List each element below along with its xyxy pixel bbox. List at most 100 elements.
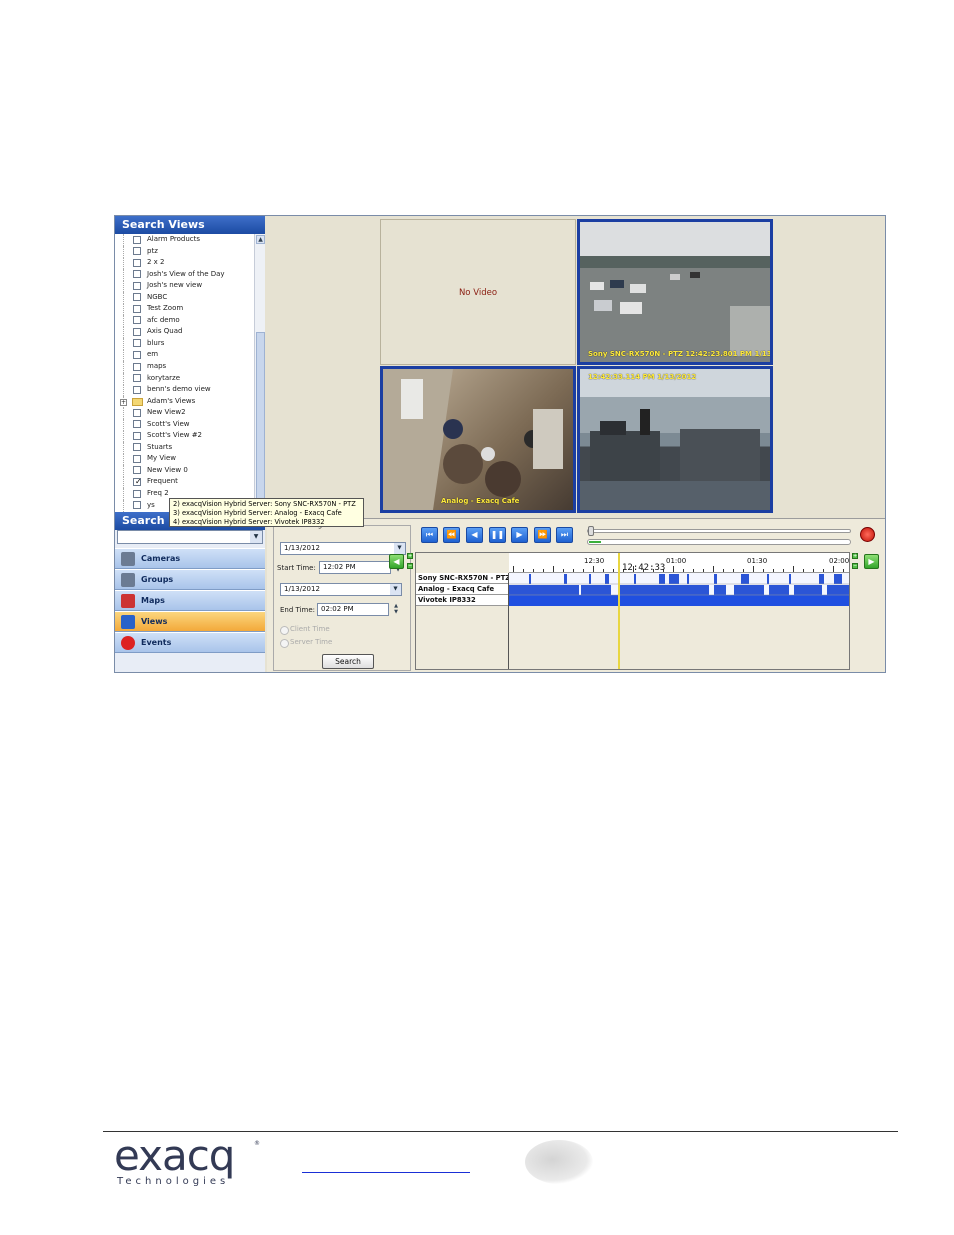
no-video-tile[interactable]: No Video bbox=[380, 219, 576, 365]
server-time-radio[interactable]: Server Time bbox=[280, 638, 332, 648]
speed-slider[interactable] bbox=[587, 526, 851, 536]
view-list-item[interactable]: + Adam's Views bbox=[115, 395, 265, 408]
scroll-up-icon[interactable]: ▲ bbox=[256, 235, 265, 244]
timeline-camera-name[interactable]: Sony SNC-RX570N - PTZ bbox=[416, 573, 508, 584]
view-checkbox[interactable] bbox=[133, 270, 141, 279]
rewind-icon[interactable]: ⏪ bbox=[443, 527, 460, 543]
view-list-item[interactable]: korytarze bbox=[115, 372, 265, 385]
timeline-camera-name[interactable]: Analog - Exacq Cafe bbox=[416, 584, 508, 595]
view-list-item[interactable]: Scott's View #2 bbox=[115, 430, 265, 443]
timeline-cursor[interactable] bbox=[618, 553, 620, 669]
view-checkbox[interactable]: ✓ bbox=[133, 477, 142, 486]
chevron-down-icon[interactable]: ▼ bbox=[250, 531, 262, 543]
view-checkbox[interactable] bbox=[133, 466, 141, 475]
tree-line bbox=[123, 407, 131, 420]
view-list-item[interactable]: New View2 bbox=[115, 407, 265, 420]
view-checkbox[interactable] bbox=[133, 489, 141, 498]
chevron-down-icon[interactable]: ▼ bbox=[390, 584, 401, 595]
skip-end-icon[interactable]: ⏭ bbox=[556, 527, 573, 543]
view-checkbox[interactable] bbox=[133, 316, 141, 325]
view-list-item[interactable]: Josh's new view bbox=[115, 280, 265, 293]
view-list-item[interactable]: ✓ Frequent bbox=[115, 476, 265, 489]
view-list-item[interactable]: NGBC bbox=[115, 291, 265, 304]
view-checkbox[interactable] bbox=[133, 247, 141, 256]
start-time-input[interactable]: 12:02 PM bbox=[319, 561, 391, 574]
view-checkbox[interactable] bbox=[133, 293, 141, 302]
fast-forward-icon[interactable]: ⏩ bbox=[534, 527, 551, 543]
nav-events[interactable]: Events bbox=[115, 632, 265, 653]
skip-start-icon[interactable]: ⏮ bbox=[421, 527, 438, 543]
play-icon[interactable]: ▶ bbox=[511, 527, 528, 543]
timeline[interactable]: Sony SNC-RX570N - PTZ Analog - Exacq Cafe… bbox=[415, 552, 850, 670]
progress-fill bbox=[589, 541, 601, 543]
view-list-item[interactable]: Test Zoom bbox=[115, 303, 265, 316]
view-list-item[interactable]: Axis Quad bbox=[115, 326, 265, 339]
speed-slider-knob[interactable] bbox=[588, 526, 594, 536]
end-date-picker[interactable]: 1/13/2012 ▼ bbox=[280, 583, 402, 596]
video-tile-exacq-cafe[interactable]: Analog - Exacq Cafe bbox=[380, 366, 576, 513]
view-list-item-label: maps bbox=[147, 362, 167, 371]
nav-groups[interactable]: Groups bbox=[115, 569, 265, 590]
view-checkbox[interactable] bbox=[133, 385, 141, 394]
timeline-ruler[interactable]: 12:30 01:00 01:30 02:00 bbox=[509, 553, 849, 573]
nav-views[interactable]: Views bbox=[115, 611, 265, 632]
pause-icon[interactable]: ❚❚ bbox=[489, 527, 506, 543]
video-tile-sony-ptz[interactable]: Sony SNC-RX570N - PTZ 12:42:23.801 PM 1/… bbox=[577, 219, 773, 365]
scroll-thumb[interactable] bbox=[256, 332, 265, 512]
timeline-camera-name[interactable]: Vivotek IP8332 bbox=[416, 595, 508, 606]
view-checkbox[interactable] bbox=[133, 281, 141, 290]
view-checkbox[interactable] bbox=[133, 350, 141, 359]
expand-icon[interactable]: + bbox=[120, 398, 127, 406]
zoom-in-right-icon[interactable]: + bbox=[852, 553, 858, 559]
view-checkbox[interactable] bbox=[133, 235, 141, 244]
view-list-item[interactable]: ptz bbox=[115, 245, 265, 258]
view-checkbox[interactable] bbox=[133, 339, 141, 348]
view-list-item[interactable]: Stuarts bbox=[115, 441, 265, 454]
timeline-bars[interactable] bbox=[509, 573, 849, 669]
view-list-item[interactable]: blurs bbox=[115, 337, 265, 350]
end-time-spinner-icon[interactable]: ▲ ▼ bbox=[392, 603, 400, 616]
zoom-out-right-icon[interactable]: − bbox=[852, 563, 858, 569]
start-date-picker[interactable]: 1/13/2012 ▼ bbox=[280, 542, 406, 555]
view-checkbox[interactable] bbox=[133, 420, 141, 429]
zoom-in-icon[interactable]: + bbox=[407, 553, 413, 559]
search-button[interactable]: Search bbox=[322, 654, 374, 669]
view-checkbox[interactable] bbox=[133, 304, 141, 313]
view-list-item[interactable]: My View bbox=[115, 453, 265, 466]
client-time-radio[interactable]: Client Time bbox=[280, 625, 330, 635]
views-tree[interactable]: Alarm Products ptz 2 x 2 Josh's View of the… bbox=[115, 234, 265, 512]
view-checkbox[interactable] bbox=[133, 258, 141, 267]
view-list-item-label: korytarze bbox=[147, 373, 181, 382]
view-checkbox[interactable] bbox=[133, 327, 141, 336]
view-list-item[interactable]: afc demo bbox=[115, 314, 265, 327]
logo-registered: ® bbox=[254, 1140, 260, 1147]
views-scrollbar[interactable]: ▲ bbox=[254, 234, 265, 512]
zoom-out-icon[interactable]: − bbox=[407, 563, 413, 569]
view-list-item[interactable]: em bbox=[115, 349, 265, 362]
step-back-icon[interactable]: ◀ bbox=[466, 527, 483, 543]
view-list-item[interactable]: benn's demo view bbox=[115, 384, 265, 397]
chevron-down-icon[interactable]: ▼ bbox=[394, 543, 405, 554]
view-checkbox[interactable] bbox=[133, 431, 141, 440]
view-list-item[interactable]: New View 0 bbox=[115, 464, 265, 477]
view-list-item[interactable]: maps bbox=[115, 361, 265, 374]
view-checkbox[interactable] bbox=[133, 454, 141, 463]
timeline-forward-icon[interactable]: ▶ bbox=[864, 554, 879, 569]
view-list-item[interactable]: 2 x 2 bbox=[115, 257, 265, 270]
nav-maps[interactable]: Maps bbox=[115, 590, 265, 611]
view-checkbox[interactable] bbox=[133, 362, 141, 371]
view-checkbox[interactable] bbox=[133, 374, 141, 383]
view-checkbox[interactable] bbox=[133, 408, 141, 417]
end-time-input[interactable]: 02:02 PM bbox=[317, 603, 389, 616]
view-list-item[interactable]: Alarm Products bbox=[115, 234, 265, 246]
view-list-item[interactable]: Scott's View bbox=[115, 418, 265, 431]
view-checkbox[interactable] bbox=[133, 501, 141, 510]
nav-cameras[interactable]: Cameras bbox=[115, 548, 265, 569]
search-combo[interactable]: ▼ bbox=[117, 530, 263, 544]
view-list-item[interactable]: Josh's View of the Day bbox=[115, 268, 265, 281]
view-checkbox[interactable] bbox=[133, 443, 141, 452]
video-tile-vivotek[interactable]: 12:42:33.114 PM 1/13/2012 bbox=[577, 366, 773, 513]
record-icon[interactable] bbox=[860, 527, 875, 542]
footer-link[interactable] bbox=[302, 1172, 470, 1173]
timeline-back-icon[interactable]: ◀ bbox=[389, 554, 404, 569]
